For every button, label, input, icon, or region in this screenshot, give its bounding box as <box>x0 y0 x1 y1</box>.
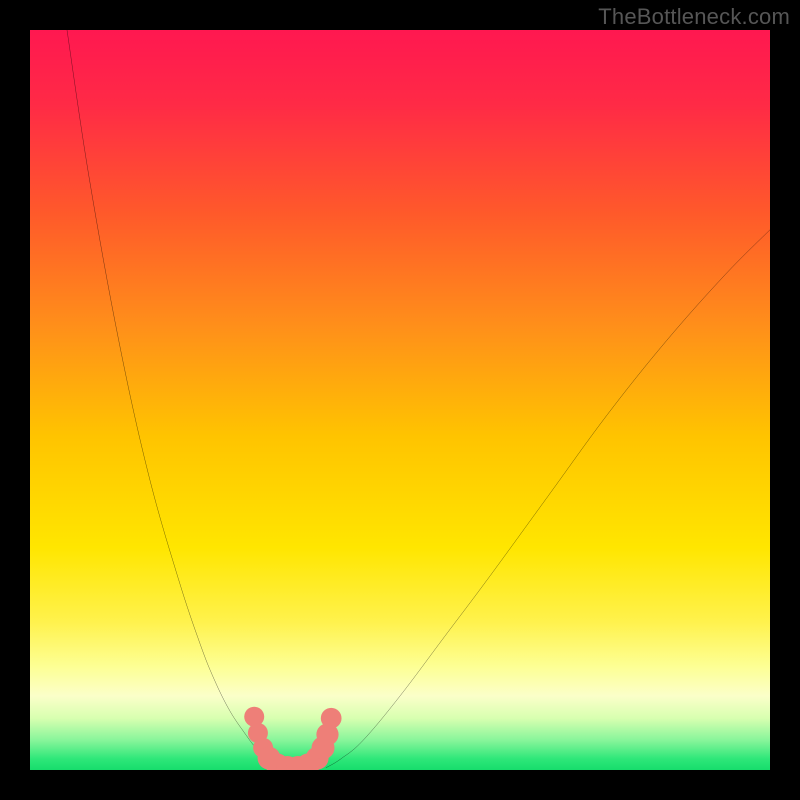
gradient-background <box>30 30 770 770</box>
chart-stage: TheBottleneck.com <box>0 0 800 800</box>
watermark-text: TheBottleneck.com <box>598 4 790 30</box>
marker-dot <box>321 708 342 729</box>
bottleneck-chart <box>30 30 770 770</box>
